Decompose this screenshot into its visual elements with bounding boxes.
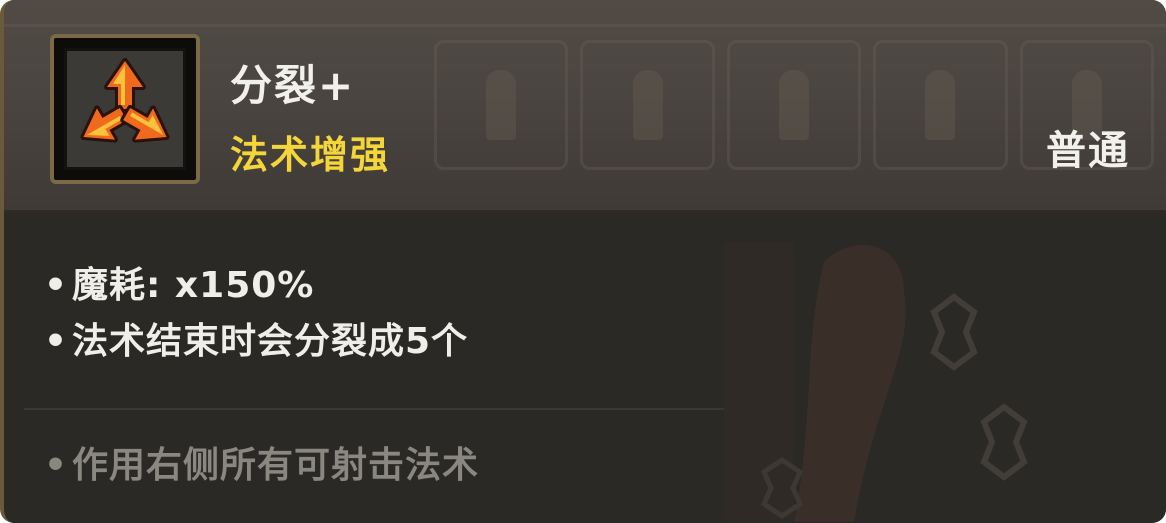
spell-type: 法术增强 (230, 133, 391, 177)
bullet: • (44, 445, 69, 486)
bullet: • (44, 265, 69, 306)
background-character-art (724, 242, 1028, 522)
frieze-panel (434, 40, 569, 170)
bullet: • (44, 321, 69, 362)
section-divider (24, 408, 724, 410)
note-line: • 作用右侧所有可射击法术 (44, 436, 479, 488)
spell-icon-slot (64, 48, 186, 170)
spell-tooltip: 分裂+ 法术增强 普通 • 魔耗: x150% • 法术结束时会分裂成5个 • 作用右… (0, 0, 1166, 523)
tooltip-body: • 魔耗: x150% • 法术结束时会分裂成5个 • 作用右侧所有可射击法术 (4, 212, 1166, 523)
spell-name: 分裂+ (230, 61, 356, 110)
note-text: 作用右侧所有可射击法术 (72, 445, 480, 486)
frieze-panel (726, 40, 862, 170)
frieze-panel (873, 40, 1008, 170)
arrow-up (104, 58, 146, 112)
spell-icon-frame (50, 34, 200, 184)
triple-split-arrows-icon (80, 58, 170, 143)
effect-text: 法术结束时会分裂成5个 (72, 321, 469, 362)
mana-cost-line: • 魔耗: x150% (44, 256, 314, 308)
header-rule (4, 24, 1166, 27)
frieze-panel (580, 40, 715, 170)
tooltip-header: 分裂+ 法术增强 普通 (4, 0, 1166, 212)
rarity-label: 普通 (1046, 128, 1130, 174)
effect-line: • 法术结束时会分裂成5个 (44, 312, 468, 364)
mana-cost-text: 魔耗: x150% (72, 265, 315, 306)
